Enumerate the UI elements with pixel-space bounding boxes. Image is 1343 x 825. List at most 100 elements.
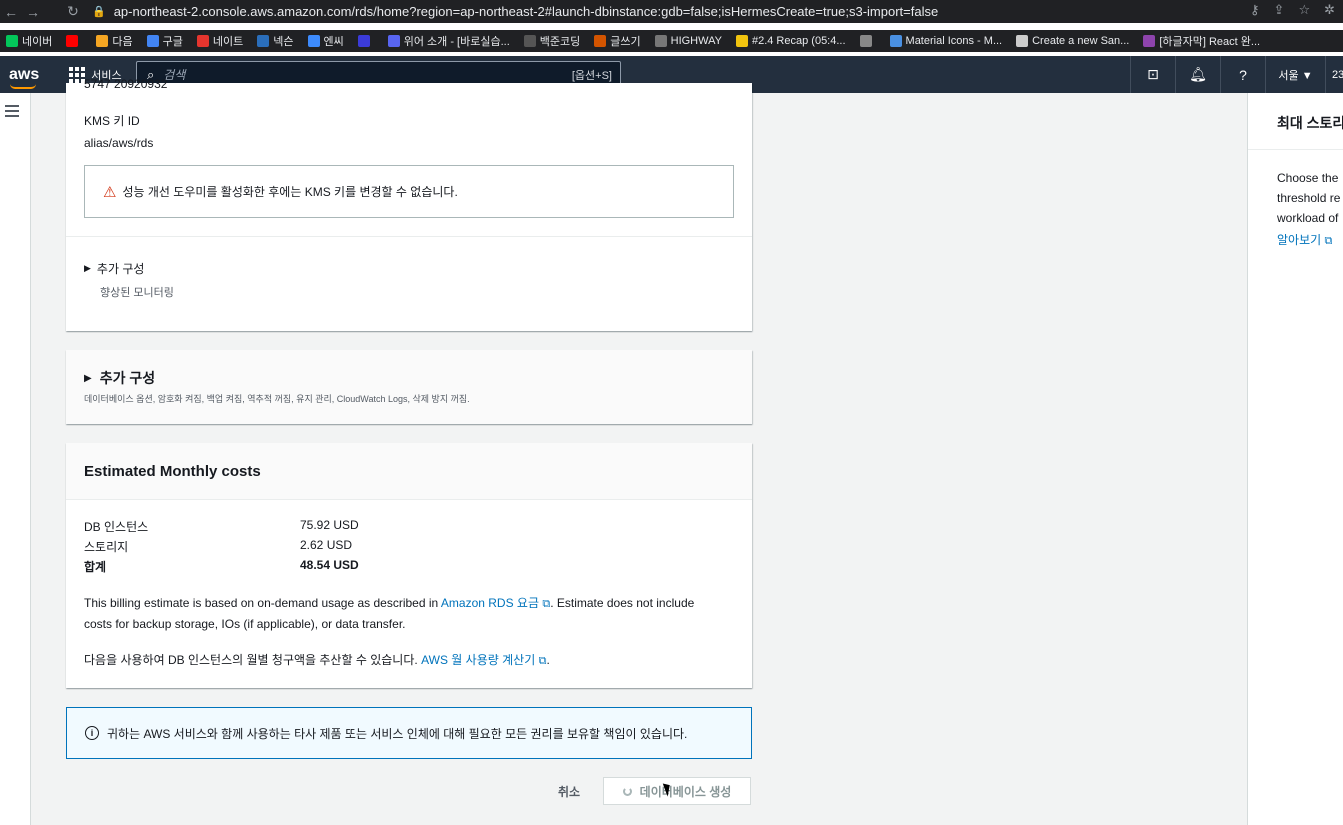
reload-icon[interactable]: ↻ <box>62 2 84 22</box>
bookmark-label: #2.4 Recap (05:4... <box>751 35 846 47</box>
bookmark-item[interactable]: 엔씨 <box>307 33 344 49</box>
bookmark-favicon-icon <box>66 35 79 47</box>
bookmark-label: 엔씨 <box>323 36 344 48</box>
bookmark-label: Create a new San... <box>1032 35 1130 47</box>
grid-icon <box>69 66 86 83</box>
divider <box>1248 149 1343 150</box>
forward-icon[interactable]: → <box>22 2 44 22</box>
browser-actions: ⚷ ⇪ ☆ ✲ <box>1250 2 1335 18</box>
bookmark-item[interactable]: 네이트 <box>196 33 244 49</box>
help-panel: 최대 스토리지 Choose the threshold re workload… <box>1247 93 1343 825</box>
bookmark-item[interactable]: [하글자막] React 완... <box>1143 33 1260 49</box>
back-icon[interactable]: ← <box>0 2 22 22</box>
calc-text: 다음을 사용하여 DB 인스턴스의 월별 청구액을 추산할 수 있습니다. <box>84 653 422 667</box>
bookmark-label: 네이트 <box>212 36 244 48</box>
bookmark-label: 위어 소개 - [바로실습... <box>403 36 510 48</box>
bookmarks-bar: 네이버 다음 구글 네이트 넥슨 엔씨 위어 소개 - [바로실습... 백준코딩 글쓰기 HIG… <box>0 30 1343 52</box>
create-database-button[interactable]: 데이터베이스 생성 <box>603 777 751 805</box>
calc-text: . <box>546 653 550 667</box>
additional-config-toggle[interactable]: ▶ 추가 구성 <box>84 260 144 277</box>
create-database-label: 데이터베이스 생성 <box>639 784 732 799</box>
help-text-line: threshold re <box>1277 191 1341 205</box>
address-bar[interactable]: 🔒 ap-northeast-2.console.aws.amazon.com/… <box>92 1 1335 21</box>
bookmark-label: 네이버 <box>22 36 53 48</box>
bookmark-favicon-icon <box>146 35 159 47</box>
extra-config-desc: 데이터베이스 옵션, 암호화 켜짐, 백업 켜짐, 역추적 꺼짐, 유지 관리,… <box>84 394 470 404</box>
extra-config-toggle[interactable]: ▶ 추가 구성 <box>84 368 155 388</box>
bookmark-item[interactable]: HIGHWAY <box>654 35 722 47</box>
bookmark-favicon-icon <box>196 35 209 47</box>
account-menu[interactable]: 23_ <box>1325 56 1343 93</box>
note-text: This billing estimate is based on on-dem… <box>84 596 441 610</box>
cost-label: 합계 <box>84 560 107 574</box>
cost-value: 2.62 USD <box>300 538 353 552</box>
bookmark-item[interactable] <box>357 35 374 47</box>
key-icon[interactable]: ⚷ <box>1250 2 1260 18</box>
cost-value: 75.92 USD <box>300 518 359 532</box>
cost-row-total: 합계 48.54 USD <box>84 558 359 575</box>
help-text-line: workload of <box>1277 211 1339 225</box>
extension-icon[interactable]: ✲ <box>1324 2 1335 18</box>
bookmark-favicon-icon <box>735 35 748 47</box>
bookmark-favicon-icon <box>357 35 370 47</box>
bookmark-item[interactable]: Material Icons - M... <box>889 35 1003 47</box>
bookmark-item[interactable]: Create a new San... <box>1016 35 1129 47</box>
bookmark-item[interactable]: 위어 소개 - [바로실습... <box>387 33 510 49</box>
bookmark-item[interactable]: 넥슨 <box>257 33 294 49</box>
kms-warning-text: 성능 개선 도우미를 활성화한 후에는 KMS 키를 변경할 수 없습니다. <box>122 185 458 199</box>
warning-icon: ⚠ <box>103 183 117 201</box>
bookmark-favicon-icon <box>257 35 270 47</box>
bookmark-label: [하글자막] React 완... <box>1159 36 1261 48</box>
main-content: 5747 20920932 KMS 키 ID alias/aws/rds ⚠ 성… <box>31 77 1247 825</box>
aws-logo-text: aws <box>9 65 40 83</box>
bookmark-label: 글쓰기 <box>610 36 641 48</box>
cost-title: Estimated Monthly costs <box>84 463 261 480</box>
cancel-button[interactable]: 취소 <box>544 777 594 805</box>
external-link-icon: ⧉ <box>1324 235 1333 247</box>
bookmark-favicon-icon <box>859 35 872 47</box>
bookmark-item[interactable] <box>66 35 82 47</box>
bell-icon[interactable]: 🔔︎ <box>1175 56 1220 93</box>
bookmark-label: Material Icons - M... <box>905 35 1003 47</box>
bookmark-favicon-icon <box>594 35 607 47</box>
learn-more-link[interactable]: 알아보기 ⧉ <box>1277 231 1332 248</box>
cloudshell-icon[interactable]: ⊡ <box>1130 56 1175 93</box>
aws-smile-icon <box>10 84 36 89</box>
header-right-tools: ⊡ 🔔︎ ? 서울 ▼ 23_ <box>1130 56 1343 93</box>
star-icon[interactable]: ☆ <box>1298 2 1310 18</box>
bookmark-item[interactable]: 글쓰기 <box>594 33 641 49</box>
bookmark-favicon-icon <box>1143 35 1156 47</box>
bookmark-item[interactable]: 백준코딩 <box>523 33 580 49</box>
aws-logo[interactable]: aws <box>9 65 40 89</box>
calculator-link[interactable]: AWS 월 사용량 계산기 ⧉ <box>421 653 546 667</box>
cost-label: 스토리지 <box>84 540 129 554</box>
info-icon: i <box>85 726 99 740</box>
bookmark-favicon-icon <box>6 35 18 47</box>
info-text: 귀하는 AWS 서비스와 함께 사용하는 타사 제품 또는 서비스 인체에 대해… <box>107 726 688 741</box>
divider <box>66 236 752 237</box>
bookmark-item[interactable]: 구글 <box>146 33 183 49</box>
kms-key-value: alias/aws/rds <box>84 136 154 150</box>
bookmark-item[interactable]: 네이버 <box>6 33 52 49</box>
kms-warning-alert: ⚠ 성능 개선 도우미를 활성화한 후에는 KMS 키를 변경할 수 없습니다. <box>84 165 734 218</box>
billing-estimate-note: This billing estimate is based on on-dem… <box>84 593 724 634</box>
cost-row-instance: DB 인스턴스 75.92 USD <box>84 518 359 535</box>
bookmark-favicon-icon <box>523 35 536 47</box>
bookmark-favicon-icon <box>96 35 109 47</box>
hamburger-menu-icon[interactable] <box>5 105 19 120</box>
url-text: ap-northeast-2.console.aws.amazon.com/rd… <box>113 3 939 19</box>
bookmark-item[interactable]: 다음 <box>96 33 133 49</box>
rds-pricing-link[interactable]: Amazon RDS 요금 ⧉ <box>441 596 550 610</box>
browser-toolbar: ← → ↻ 🔒 ap-northeast-2.console.aws.amazo… <box>0 0 1343 23</box>
side-nav-collapsed <box>0 93 31 825</box>
monthly-cost-panel: Estimated Monthly costs DB 인스턴스 75.92 US… <box>66 443 752 688</box>
bookmark-item[interactable]: #2.4 Recap (05:4... <box>735 35 846 47</box>
learn-more-text: 알아보기 <box>1277 233 1322 247</box>
share-icon[interactable]: ⇪ <box>1274 2 1285 18</box>
bookmark-label: 넥슨 <box>273 36 294 48</box>
bookmark-favicon-icon <box>889 35 902 47</box>
help-icon[interactable]: ? <box>1220 56 1265 93</box>
additional-config-desc: 향상된 모니터링 <box>100 287 174 299</box>
region-selector[interactable]: 서울 ▼ <box>1265 56 1325 93</box>
bookmark-item[interactable] <box>859 35 876 47</box>
